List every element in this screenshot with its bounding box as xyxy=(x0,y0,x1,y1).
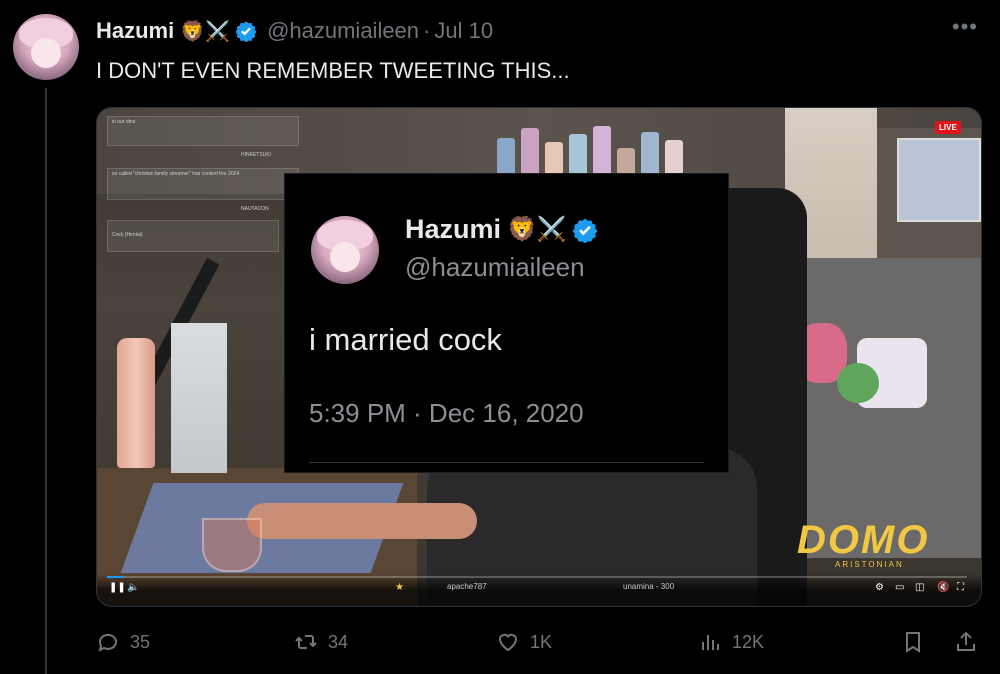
shelf-figures xyxy=(497,118,827,178)
stream-logo-subtitle: ARISTONIAN xyxy=(835,560,904,569)
repost-button[interactable]: 34 xyxy=(294,622,348,662)
reply-button[interactable]: 35 xyxy=(96,622,150,662)
reply-icon xyxy=(98,633,117,652)
display-name[interactable]: Hazumi xyxy=(96,18,174,44)
embedded-timestamp: 5:39 PM · Dec 16, 2020 xyxy=(309,398,584,428)
embedded-handle: @hazumiaileen xyxy=(405,252,585,282)
reply-count: 35 xyxy=(130,631,151,652)
progress-fill xyxy=(107,576,125,578)
chat-overlay: in our dms xyxy=(107,116,299,146)
bookmark-icon xyxy=(906,632,920,653)
overlay-text: Cock (Hentai) xyxy=(112,232,143,238)
star-icon: ★ xyxy=(395,582,404,593)
handle[interactable]: @hazumiaileen xyxy=(267,18,419,44)
verified-badge-icon xyxy=(572,218,598,243)
fullscreen-icon[interactable]: ⛶ xyxy=(957,582,964,593)
embedded-avatar xyxy=(311,216,379,284)
share-button[interactable] xyxy=(954,622,988,662)
ticker-user: apache787 xyxy=(447,582,487,591)
separator: · xyxy=(423,18,431,43)
chat-overlay: so called "christian family streamer" ha… xyxy=(107,168,299,200)
embedded-tweet-text: i married cock xyxy=(309,322,502,357)
streamer-arm xyxy=(247,503,477,539)
ticker-user: unamina - 300 xyxy=(623,582,675,591)
like-count: 1K xyxy=(530,631,553,652)
video-player[interactable]: in our dms HINKETSUKI so called "christi… xyxy=(96,107,982,607)
name-emoji: 🦁⚔️ xyxy=(180,20,231,43)
wall-frame xyxy=(897,138,981,222)
overlay-name: HINKETSUKI xyxy=(241,152,272,158)
analytics-icon xyxy=(702,635,719,650)
plush-toy xyxy=(837,363,879,403)
progress-bar[interactable] xyxy=(107,576,967,578)
bottle xyxy=(117,338,155,468)
pause-icon[interactable]: ❚❚ xyxy=(109,582,126,593)
avatar[interactable] xyxy=(13,14,79,80)
tweet-date[interactable]: Jul 10 xyxy=(434,18,493,44)
overlay-text: in our dms xyxy=(112,119,136,125)
divider xyxy=(309,462,704,463)
thread-line xyxy=(45,88,47,674)
embedded-tweet-card: Hazumi 🦁⚔️ @hazumiaileen i married cock … xyxy=(284,173,729,473)
embedded-display-name: Hazumi xyxy=(405,214,502,244)
live-badge: LIVE xyxy=(935,121,961,134)
heart-icon xyxy=(498,633,518,652)
stream-logo: DOMO xyxy=(797,518,930,562)
pip-icon[interactable]: ▭ xyxy=(895,582,904,593)
couch xyxy=(777,258,981,558)
repost-icon xyxy=(295,635,317,649)
repost-count: 34 xyxy=(328,631,349,652)
view-count: 12K xyxy=(732,631,765,652)
volume-icon[interactable]: 🔈 xyxy=(127,582,139,593)
share-icon xyxy=(957,631,975,651)
figure-box xyxy=(171,323,227,473)
views-button[interactable]: 12K xyxy=(698,622,764,662)
bookmark-button[interactable] xyxy=(901,622,935,662)
overlay-name: NAUTACON xyxy=(241,206,269,212)
overlay-text: so called "christian family streamer" ha… xyxy=(112,171,240,177)
chat-overlay: Cock (Hentai) xyxy=(107,220,279,252)
mute-icon[interactable]: 🔇 xyxy=(937,582,949,593)
more-horizontal-icon[interactable]: ••• xyxy=(952,14,978,40)
wine-glass xyxy=(202,518,262,572)
tweet-text: I DON'T EVEN REMEMBER TWEETING THIS... xyxy=(96,58,570,83)
verified-badge-icon[interactable] xyxy=(235,20,257,42)
tweet-header: Hazumi 🦁⚔️ @hazumiaileen · Jul 10 xyxy=(96,16,493,46)
settings-icon[interactable]: ⚙ xyxy=(875,582,884,593)
action-bar: 35 34 1K 12K xyxy=(96,622,980,662)
like-button[interactable]: 1K xyxy=(496,622,552,662)
embedded-name-row: Hazumi 🦁⚔️ xyxy=(405,214,598,245)
player-controls xyxy=(97,574,981,606)
captions-icon[interactable]: ◫ xyxy=(915,582,924,593)
embedded-name-emoji: 🦁⚔️ xyxy=(507,216,567,243)
